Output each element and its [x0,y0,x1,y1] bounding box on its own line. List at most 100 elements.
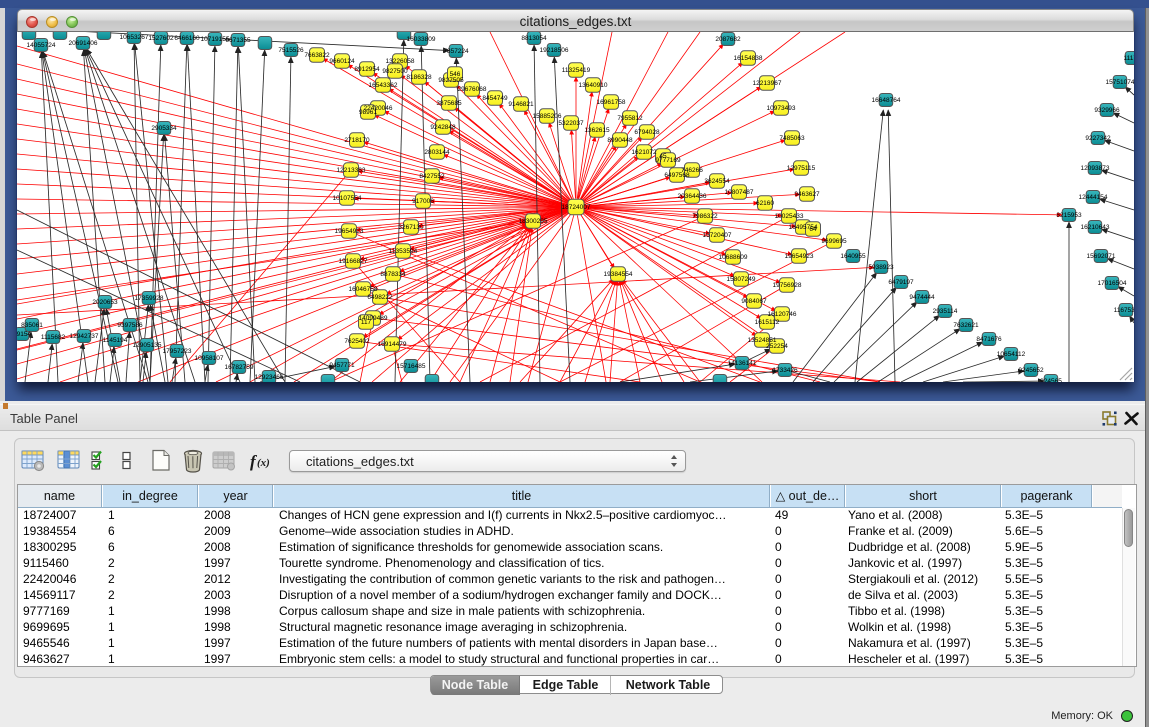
svg-text:3875685: 3875685 [436,100,462,107]
svg-text:20691406: 20691406 [69,40,98,47]
svg-text:13226058: 13226058 [386,58,415,65]
svg-text:17957223: 17957223 [163,348,192,355]
svg-text:12923466: 12923466 [255,374,284,381]
svg-text:20364436: 20364436 [678,193,707,200]
svg-text:1167533: 1167533 [1114,307,1134,314]
svg-text:10688609: 10688609 [719,254,748,261]
svg-text:835061: 835061 [21,322,43,329]
svg-text:7625402: 7625402 [344,338,370,345]
svg-text:10973493: 10973493 [767,105,796,112]
svg-text:16914479: 16914479 [378,341,407,348]
svg-text:12213967: 12213967 [753,80,782,87]
svg-text:15716485: 15716485 [397,363,426,370]
svg-text:16648764: 16648764 [872,97,901,104]
svg-text:6479197: 6479197 [888,279,914,286]
svg-text:3267130: 3267130 [398,224,424,231]
svg-text:7485063: 7485063 [779,135,805,142]
svg-text:7857224: 7857224 [443,48,469,55]
svg-text:15720407: 15720407 [703,232,732,239]
svg-text:19756928: 19756928 [773,282,802,289]
svg-text:64: 64 [809,226,817,233]
svg-text:7515526: 7515526 [278,47,304,54]
svg-text:18724007: 18724007 [562,204,591,211]
svg-text:9827505: 9827505 [438,77,464,84]
svg-text:9242848: 9242848 [430,124,456,131]
svg-text:16210643: 16210643 [1081,224,1110,231]
svg-text:12905135: 12905135 [133,342,162,349]
svg-text:10807487: 10807487 [725,189,754,196]
svg-text:8990448: 8990448 [607,137,633,144]
svg-text:10654112: 10654112 [997,351,1026,358]
svg-text:19218506: 19218506 [540,47,569,54]
svg-text:1145194: 1145194 [103,337,128,344]
svg-text:16543362: 16543362 [369,82,398,89]
svg-text:16782759: 16782759 [225,364,254,371]
svg-text:8813054: 8813054 [521,35,547,42]
svg-text:9777169: 9777169 [655,157,681,164]
svg-text:19654923: 19654923 [335,228,364,235]
svg-text:2803144: 2803144 [424,149,450,156]
svg-text:12093873: 12093873 [1081,165,1110,172]
svg-text:1640955: 1640955 [840,253,866,260]
svg-text:(x): (x) [257,457,270,469]
svg-text:9474444: 9474444 [909,294,935,301]
svg-text:2935114: 2935114 [933,308,958,315]
svg-text:9245652: 9245652 [1018,367,1044,374]
svg-text:98961: 98961 [359,109,377,116]
svg-text:7632621: 7632621 [953,322,979,329]
svg-text:19166827: 19166827 [339,258,368,265]
svg-text:917006: 917006 [412,198,434,205]
svg-text:10025433: 10025433 [775,213,804,220]
svg-text:16033809: 16033809 [407,36,436,43]
svg-text:252254: 252254 [766,343,788,350]
svg-text:15885206: 15885206 [533,113,562,120]
svg-text:2905334: 2905334 [151,125,177,132]
svg-text:5322037: 5322037 [558,120,584,127]
svg-text:8427552: 8427552 [419,173,445,180]
svg-text:14055724: 14055724 [27,42,56,49]
svg-text:19384554: 19384554 [604,271,633,278]
svg-text:19654923: 19654923 [785,253,814,260]
svg-text:1362615: 1362615 [584,127,610,134]
svg-text:2087682: 2087682 [715,36,741,43]
svg-text:11325419: 11325419 [562,67,591,74]
svg-text:62160: 62160 [756,200,774,207]
svg-text:1527602: 1527602 [148,35,174,42]
svg-text:9329966: 9329966 [1094,107,1120,114]
svg-text:2718170: 2718170 [344,137,370,144]
svg-text:7955812: 7955812 [617,115,643,122]
svg-text:39154: 39154 [17,331,31,338]
svg-text:9084067: 9084067 [741,298,767,305]
svg-text:546: 546 [450,71,461,78]
svg-text:7986322: 7986322 [692,213,718,220]
svg-text:17016504: 17016504 [1098,280,1127,287]
svg-text:15692071: 15692071 [1087,253,1116,260]
svg-text:12213383: 12213383 [337,167,366,174]
svg-text:924565: 924565 [1040,378,1062,382]
svg-text:10653267: 10653267 [120,34,149,41]
svg-text:1615112: 1615112 [755,319,780,326]
svg-text:16120746: 16120746 [768,311,797,318]
svg-text:6497568: 6497568 [664,172,690,179]
svg-text:9397586: 9397586 [117,322,143,329]
svg-text:10107554: 10107554 [333,195,362,202]
svg-text:117: 117 [361,319,372,326]
svg-text:14136141: 14136141 [728,360,757,367]
svg-text:8186328: 8186328 [406,74,432,81]
svg-text:9457771: 9457771 [329,362,355,369]
svg-text:9660124: 9660124 [329,58,355,65]
svg-text:9227342: 9227342 [1085,135,1111,142]
svg-text:1115682: 1115682 [41,334,66,341]
svg-text:11174: 11174 [1123,55,1134,62]
svg-text:8454749: 8454749 [482,95,508,102]
svg-text:8912954: 8912954 [354,66,380,73]
svg-text:15807249: 15807249 [727,276,756,283]
svg-text:10958107: 10958107 [195,355,224,362]
svg-text:16046758: 16046758 [349,286,378,293]
svg-text:11353594: 11353594 [389,248,418,255]
svg-text:6671355: 6671355 [225,37,251,44]
svg-text:17359928: 17359928 [135,295,164,302]
svg-text:3624554: 3624554 [704,178,730,185]
svg-text:2020653: 2020653 [92,299,118,306]
svg-text:13640910: 13640910 [579,82,608,89]
